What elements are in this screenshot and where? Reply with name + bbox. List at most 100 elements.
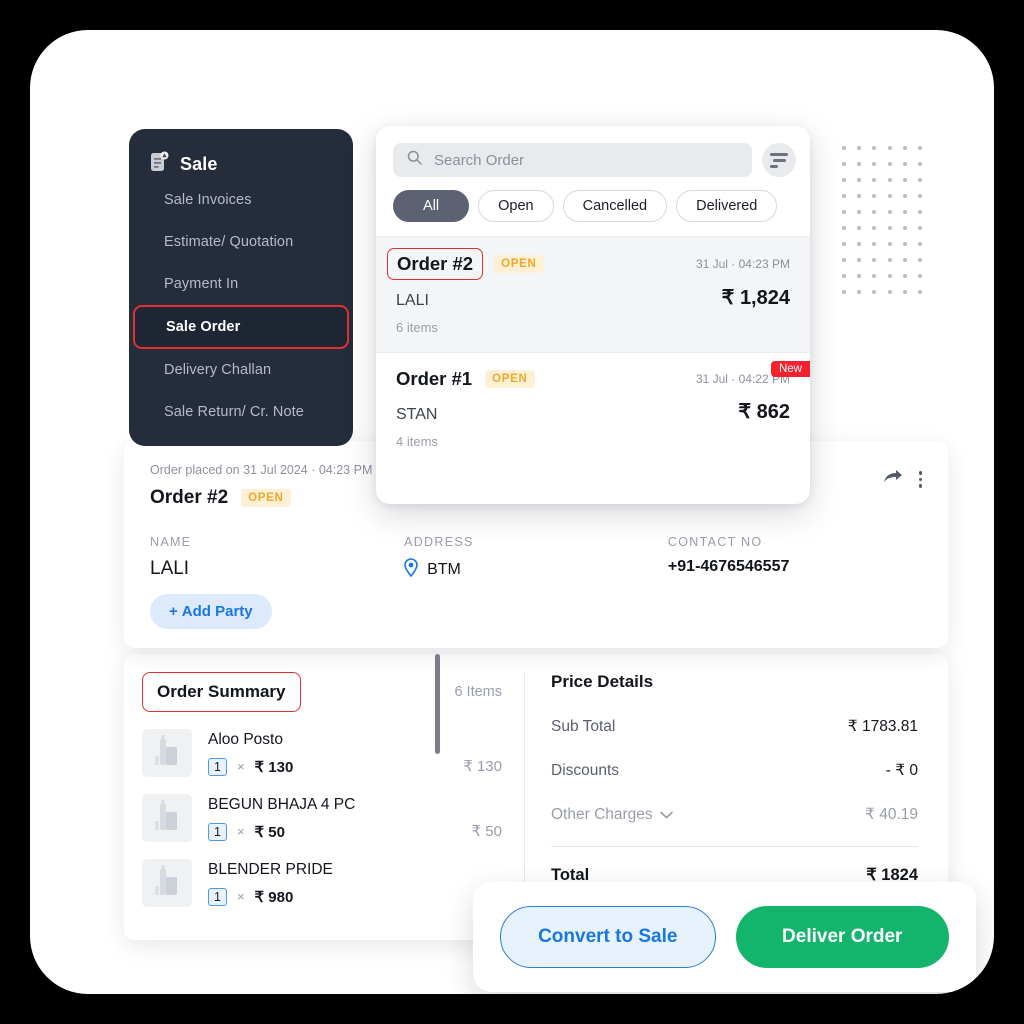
add-party-button[interactable]: + Add Party — [150, 594, 272, 629]
sidebar-item-sale-return-cr-note[interactable]: Sale Return/ Cr. Note — [129, 391, 353, 433]
field-label: ADDRESS — [404, 535, 474, 549]
field-contact: CONTACT NO +91-4676546557 — [668, 535, 922, 629]
field-value-wrap: BTM — [404, 558, 668, 582]
sidebar-item-sale-order[interactable]: Sale Order — [133, 305, 349, 349]
scrollbar-thumb[interactable] — [435, 654, 440, 754]
multiply-icon: × — [236, 889, 245, 904]
decorative-dot-grid — [836, 140, 928, 300]
page-title: Order #2 — [150, 487, 229, 508]
multiply-icon: × — [236, 759, 245, 774]
plus-icon: + — [169, 603, 178, 620]
divider — [551, 846, 918, 847]
order-item-count: 4 items — [396, 434, 438, 449]
item-name: BEGUN BHAJA 4 PC — [208, 795, 356, 813]
unit-price: ₹ 50 — [254, 823, 285, 841]
sidebar-item-payment-in[interactable]: Payment In — [129, 263, 353, 305]
list-item[interactable]: Aloo Posto 1 × ₹ 130 ₹ 130 — [142, 729, 502, 777]
convert-to-sale-button[interactable]: Convert to Sale — [500, 906, 716, 968]
list-item[interactable]: BEGUN BHAJA 4 PC 1 × ₹ 50 ₹ 50 — [142, 794, 502, 842]
order-row-top: Order #1 OPEN 31 Jul · 04:22 PM — [396, 368, 790, 390]
product-thumbnail — [142, 794, 192, 842]
document-badge-icon — [150, 151, 169, 178]
filter-icon[interactable] — [762, 143, 796, 177]
field-value: LALI — [150, 558, 190, 579]
row-label: Sub Total — [551, 717, 616, 735]
row-label: Other Charges — [551, 805, 653, 823]
order-list-panel: Search Order All Open Cancelled Delivere… — [376, 126, 810, 504]
quantity-badge[interactable]: 1 — [208, 887, 227, 906]
app-window: Sale Sale Invoices Estimate/ Quotation P… — [30, 30, 994, 994]
order-amount: ₹ 862 — [738, 401, 790, 423]
status-badge: OPEN — [494, 255, 544, 273]
field-value: BTM — [427, 561, 461, 578]
field-value: +91-4676546557 — [667, 558, 790, 575]
new-badge: New — [770, 361, 810, 377]
search-row: Search Order — [376, 126, 810, 177]
field-name: NAME LALI + Add Party — [150, 535, 404, 629]
deliver-order-button[interactable]: Deliver Order — [735, 906, 949, 968]
tab-delivered[interactable]: Delivered — [676, 190, 778, 222]
item-pricing: 1 × ₹ 50 — [208, 822, 472, 841]
order-amount: ₹ 1,824 — [721, 287, 790, 309]
tab-cancelled[interactable]: Cancelled — [562, 190, 668, 222]
unit-price: ₹ 980 — [254, 888, 294, 906]
item-info: Aloo Posto 1 × ₹ 130 — [208, 731, 463, 776]
location-pin-icon — [404, 558, 418, 582]
status-filter-tabs: All Open Cancelled Delivered — [376, 177, 810, 236]
search-icon — [407, 150, 422, 170]
sidebar-header: Sale — [129, 145, 353, 179]
price-row-discounts: Discounts - ₹ 0 — [551, 761, 918, 780]
action-bar: Convert to Sale Deliver Order — [473, 882, 976, 992]
tab-open[interactable]: Open — [478, 190, 554, 222]
order-id: Order #1 — [396, 368, 473, 389]
sidebar-item-estimate-quotation[interactable]: Estimate/ Quotation — [129, 221, 353, 263]
field-label: CONTACT NO — [667, 535, 763, 549]
sidebar-item-delivery-challan[interactable]: Delivery Challan — [129, 349, 353, 391]
order-summary-title: Order Summary — [142, 672, 301, 712]
sidebar-title: Sale — [180, 153, 218, 174]
status-badge: OPEN — [241, 489, 291, 507]
share-icon[interactable] — [883, 469, 903, 490]
product-thumbnail — [142, 859, 192, 907]
detail-actions — [883, 469, 922, 490]
order-item-count: 6 items — [396, 320, 438, 335]
item-pricing: 1 × ₹ 980 — [208, 887, 492, 906]
order-id: Order #2 — [387, 248, 484, 280]
quantity-badge[interactable]: 1 — [208, 822, 227, 841]
summary-item-count: 6 Items — [454, 684, 502, 700]
order-row-bottom: LALI ₹ 1,824 — [396, 285, 790, 310]
price-row-other-charges[interactable]: Other Charges ₹ 40.19 — [551, 805, 918, 824]
multiply-icon: × — [236, 824, 245, 839]
more-vertical-icon[interactable] — [918, 471, 922, 488]
order-party-name: LALI — [396, 292, 429, 309]
item-name: Aloo Posto — [208, 730, 283, 748]
order-list-item[interactable]: New Order #1 OPEN 31 Jul · 04:22 PM STAN… — [376, 352, 810, 466]
order-datetime: 31 Jul · 04:23 PM — [695, 257, 790, 271]
sidebar-item-sale-invoices[interactable]: Sale Invoices — [129, 179, 353, 221]
tab-all[interactable]: All — [393, 190, 470, 222]
chevron-down-icon[interactable] — [659, 806, 673, 824]
row-value: ₹ 40.19 — [865, 806, 918, 823]
price-row-sub-total: Sub Total ₹ 1783.81 — [551, 717, 918, 736]
price-details-title: Price Details — [551, 672, 654, 691]
product-thumbnail — [142, 729, 192, 777]
detail-fields: NAME LALI + Add Party ADDRESS BTM CONTAC… — [150, 535, 922, 629]
unit-price: ₹ 130 — [254, 758, 294, 776]
order-list-item[interactable]: Order #2 OPEN 31 Jul · 04:23 PM LALI ₹ 1… — [376, 236, 810, 352]
line-total: ₹ 130 — [463, 758, 502, 775]
status-badge: OPEN — [485, 370, 535, 388]
search-input[interactable]: Search Order — [393, 143, 752, 177]
field-address: ADDRESS BTM — [404, 535, 668, 629]
order-summary-pane: Order Summary 6 Items Aloo Posto 1 × ₹ 1… — [124, 654, 524, 940]
sidebar: Sale Sale Invoices Estimate/ Quotation P… — [129, 129, 353, 446]
order-row-bottom: STAN ₹ 862 — [396, 399, 790, 424]
item-info: BEGUN BHAJA 4 PC 1 × ₹ 50 — [208, 796, 472, 841]
summary-header: Order Summary 6 Items — [142, 672, 502, 712]
list-item[interactable]: BLENDER PRIDE 1 × ₹ 980 ₹ — [142, 859, 502, 907]
search-placeholder: Search Order — [434, 151, 525, 169]
row-value: - ₹ 0 — [885, 762, 918, 779]
field-label: NAME — [150, 535, 192, 549]
row-label: Discounts — [551, 761, 620, 779]
quantity-badge[interactable]: 1 — [208, 757, 227, 776]
item-info: BLENDER PRIDE 1 × ₹ 980 — [208, 861, 492, 906]
